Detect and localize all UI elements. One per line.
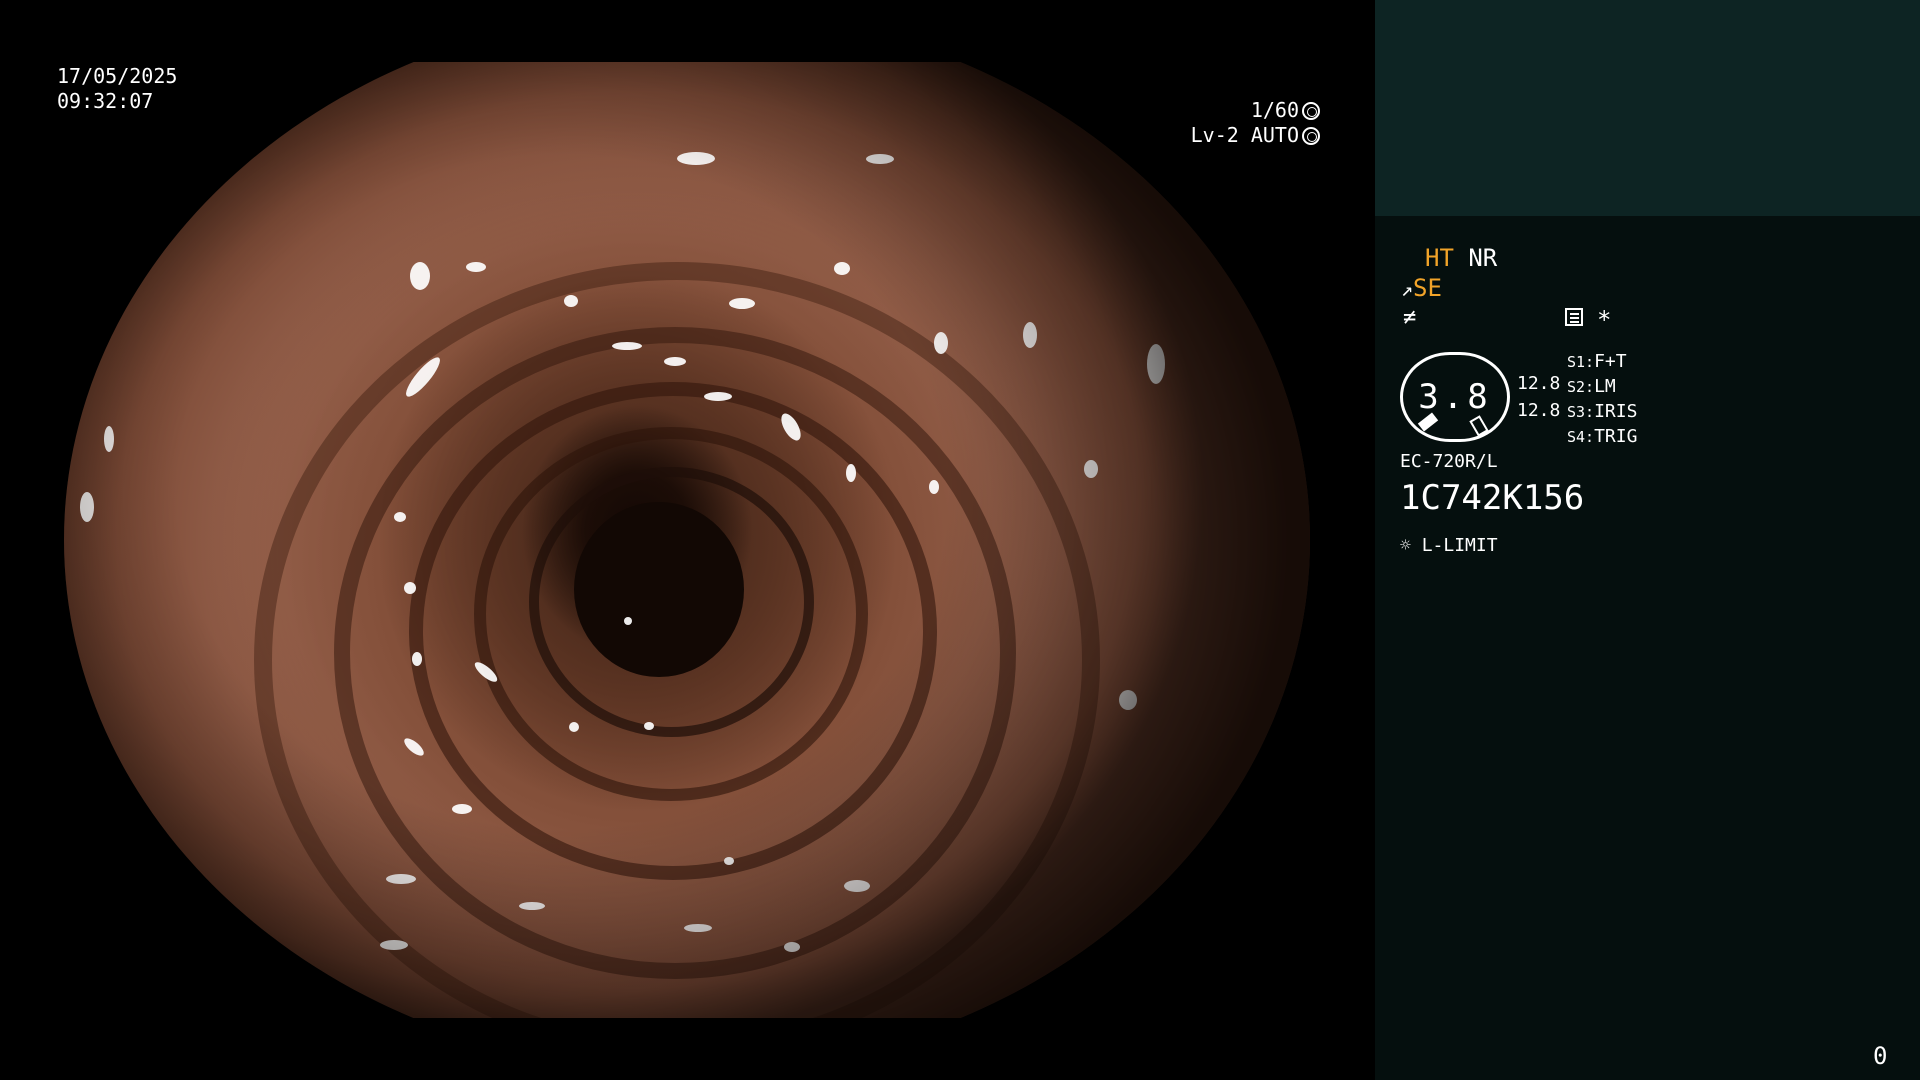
specular-highlight [569,722,579,732]
specular-highlight [784,942,800,952]
level-row: Lv-2 AUTO [1100,123,1320,148]
specular-highlight [724,857,734,865]
specular-highlight [664,357,686,366]
specular-highlight [934,332,948,354]
scope-tip-icon: ↗ [1401,277,1414,301]
patient-info-area [1375,0,1920,216]
date-time-stamp: 17/05/2025 09:32:07 [57,64,177,114]
processing-row: HT NR [1425,244,1497,272]
specular-highlight [677,152,715,165]
specular-highlight [386,874,416,884]
switch-value: LM [1594,376,1616,397]
specular-highlight [564,295,578,307]
lumen [574,502,744,677]
switch-key: S4: [1567,428,1595,446]
switch-key: S1: [1567,353,1595,371]
switch-value: F+T [1594,351,1627,372]
exposure-info: 1/60 Lv-2 AUTO [1100,98,1320,148]
time-label: 09:32:07 [57,89,154,113]
specular-highlight [929,480,939,494]
light-mode-label: L-LIMIT [1421,535,1498,556]
date-label: 17/05/2025 [57,64,178,88]
switch-item: S2:LM [1567,373,1637,398]
specular-highlight [846,464,856,482]
specular-highlight [519,902,545,910]
switch-item: S1:F+T [1567,348,1637,373]
specular-highlight [104,426,114,452]
endoscope-view: 17/05/2025 09:32:07 1/60 Lv-2 AUTO [0,0,1375,1080]
switch-key: S3: [1567,403,1595,421]
light-mode-row: ☼ L-LIMIT [1400,532,1498,560]
switch-value: IRIS [1594,401,1638,422]
switch-item: S4:TRIG [1567,423,1637,448]
iris-icon [1302,127,1320,145]
specular-highlight [704,392,732,401]
specular-highlight [412,652,422,666]
specular-highlight [394,512,406,522]
specular-highlight [624,617,632,625]
readout-1: 12.8 [1517,373,1561,394]
switch-item: S3:IRIS [1567,398,1637,423]
readout-2: 12.8 [1517,400,1561,421]
specular-highlight [1147,344,1165,384]
nr-indicator: NR [1468,244,1498,272]
filter-icon: ≠ [1403,305,1417,330]
shutter-label: 1/60 [1250,98,1299,122]
specular-highlight [866,154,894,164]
specular-highlight [452,804,472,814]
specular-highlight [466,262,486,272]
specular-highlight [834,262,850,275]
aperture-icon [1302,102,1320,120]
endoscopic-image [64,62,1310,1018]
specular-highlight [1084,460,1098,478]
specular-highlight [612,342,642,350]
specular-highlight [404,582,416,594]
switch-list: S1:F+T S2:LM S3:IRIS S4:TRIG [1567,348,1637,448]
level-mode-label: Lv-2 AUTO [1190,123,1299,147]
se-row: ↗SE [1401,274,1442,303]
lamp-icon: ☼ [1400,535,1411,556]
specular-highlight [844,880,870,892]
scope-model: EC-720R/L [1400,451,1498,472]
specular-highlight [80,492,94,522]
gauge-marker-right-icon [1469,415,1489,437]
shutter-row: 1/60 [1100,98,1320,123]
gauge-value: 3.8 [1418,377,1492,417]
specular-highlight [729,298,755,309]
frame-counter: 0 [1873,1042,1888,1070]
status-panel: HT NR ↗SE ≠ * 3.8 12.8 12.8 S1:F+T S2:LM… [1375,0,1920,1080]
switch-key: S2: [1567,378,1595,396]
specular-highlight [684,924,712,932]
se-indicator: SE [1413,274,1442,302]
switch-value: TRIG [1594,426,1638,447]
specular-highlight [1119,690,1137,710]
specular-highlight [410,262,430,290]
scope-serial: 1C742K156 [1400,478,1585,518]
specular-highlight [1023,322,1037,348]
asterisk-indicator: * [1597,306,1612,334]
ht-indicator: HT [1425,244,1454,272]
specular-highlight [644,722,654,730]
menu-icon [1565,308,1583,326]
zoom-gauge: 3.8 [1400,352,1510,442]
specular-highlight [380,940,408,950]
